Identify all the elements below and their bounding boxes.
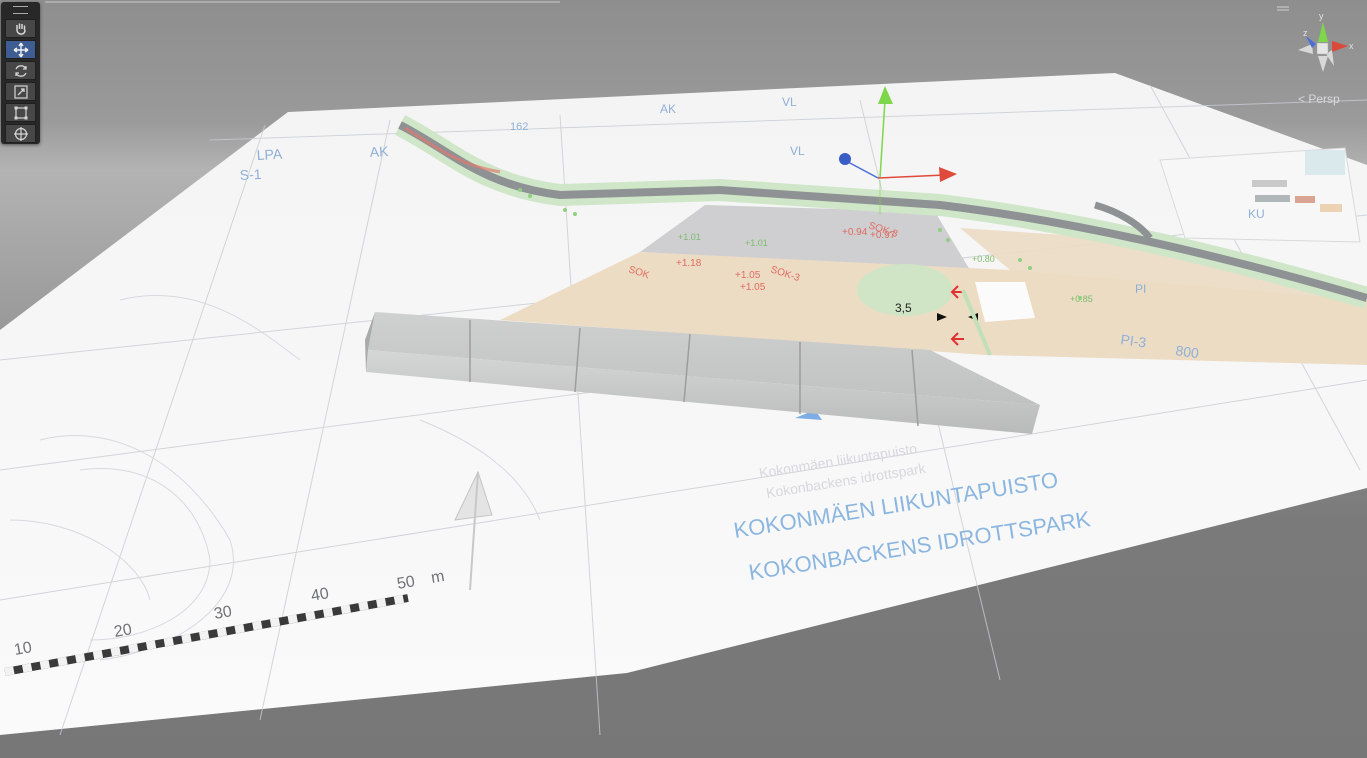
gizmo-neg-y-cone[interactable] — [1318, 56, 1328, 72]
gizmo-x-cone[interactable] — [1332, 41, 1348, 52]
elevation-value: +1.05 — [735, 270, 761, 281]
projection-toggle[interactable]: < Persp — [1298, 92, 1358, 108]
dimension-text: 3,5 — [895, 301, 912, 315]
elevation-value: +1.01 — [678, 232, 701, 242]
zone-label: VL — [782, 95, 797, 109]
projection-icon: < — [1298, 92, 1306, 106]
map-legend — [1159, 147, 1361, 243]
rotate-icon — [15, 65, 27, 77]
z-axis-handle[interactable] — [839, 153, 851, 165]
elevation-value: +1.01 — [745, 238, 768, 248]
gizmo-center-cube[interactable] — [1316, 42, 1329, 55]
palette-grip[interactable] — [13, 6, 28, 14]
hand-icon — [16, 23, 26, 35]
rotate-tool-button[interactable] — [5, 61, 36, 80]
orientation-gizmo[interactable]: y x z — [1286, 10, 1356, 80]
zone-label: LPA — [256, 146, 283, 163]
projection-label: Persp — [1308, 92, 1340, 106]
scale-label: 50 — [396, 573, 417, 593]
scene-tools-palette — [1, 2, 40, 144]
gizmo-x-label: x — [1349, 41, 1354, 51]
rect-tool-button[interactable] — [5, 103, 36, 122]
scene-canvas[interactable]: LPA AK S-1 AK VL VL KU PI PI-3 800 162 S… — [0, 0, 1367, 758]
scale-label: 10 — [13, 639, 34, 659]
zone-label: PI — [1135, 282, 1146, 296]
move-tool-button[interactable] — [5, 40, 36, 59]
transform-tool-button[interactable] — [5, 124, 36, 143]
zone-label: 162 — [510, 121, 528, 133]
zone-label: S-1 — [239, 166, 262, 183]
scale-label: 20 — [113, 621, 134, 641]
zone-label: AK — [369, 143, 389, 160]
transform-icon — [14, 127, 28, 141]
elevation-value: +1.05 — [740, 282, 766, 293]
gizmo-z-label: z — [1303, 28, 1308, 38]
scene-viewport[interactable]: LPA AK S-1 AK VL VL KU PI PI-3 800 162 S… — [0, 0, 1367, 758]
scale-label: 30 — [213, 603, 234, 623]
elevation-value: +0.94 — [842, 227, 868, 238]
rect-transform-icon — [14, 106, 28, 120]
scale-label: 40 — [310, 585, 331, 605]
zone-label: VL — [790, 144, 805, 158]
scale-tool-button[interactable] — [5, 82, 36, 101]
zone-label: KU — [1248, 207, 1265, 221]
move-arrows-icon — [13, 42, 29, 58]
zone-label: 800 — [1175, 342, 1201, 361]
scale-icon — [14, 85, 28, 99]
gizmo-y-cone[interactable] — [1318, 22, 1328, 42]
gizmo-y-label: y — [1319, 11, 1324, 21]
elevation-value: +1.18 — [676, 258, 702, 269]
hand-tool-button[interactable] — [5, 19, 36, 38]
zone-label: AK — [660, 102, 676, 116]
elevation-value: +0.80 — [972, 254, 995, 264]
